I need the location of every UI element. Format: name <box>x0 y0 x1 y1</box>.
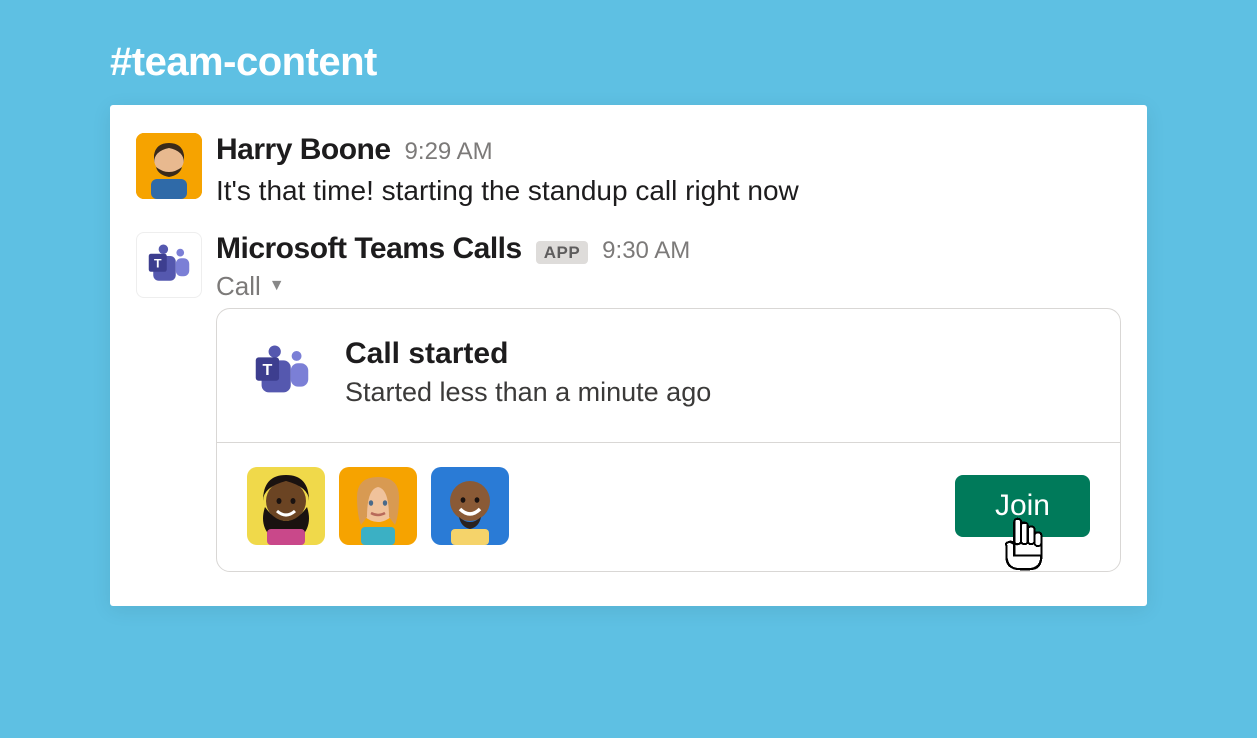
participant-list <box>247 467 509 545</box>
app-badge: APP <box>536 241 588 264</box>
message-row: Harry Boone 9:29 AM It's that time! star… <box>136 133 1121 210</box>
call-card-header: T Call started Started less than a minut… <box>217 309 1120 442</box>
call-card-footer: Join <box>217 442 1120 571</box>
message-text: It's that time! starting the standup cal… <box>216 172 1121 210</box>
message-row: T Microsoft Teams Calls APP 9:30 AM Call… <box>136 232 1121 302</box>
user-avatar-icon <box>136 133 202 199</box>
teams-app-avatar[interactable]: T <box>136 232 202 298</box>
call-dropdown[interactable]: Call ▼ <box>216 271 1121 302</box>
channel-name: #team-content <box>110 40 1147 85</box>
message-card: Harry Boone 9:29 AM It's that time! star… <box>110 105 1147 606</box>
chevron-down-icon: ▼ <box>269 277 285 295</box>
message-timestamp: 9:29 AM <box>405 139 493 165</box>
ms-teams-icon: T <box>247 337 317 407</box>
call-card-icon: T <box>247 337 317 407</box>
participant-avatar[interactable] <box>247 467 325 545</box>
call-dropdown-label: Call <box>216 271 261 302</box>
message-sender[interactable]: Harry Boone <box>216 133 391 166</box>
svg-text:T: T <box>154 256 162 270</box>
participant-avatar[interactable] <box>339 467 417 545</box>
participant-avatar[interactable] <box>431 467 509 545</box>
svg-text:T: T <box>263 361 273 379</box>
message-sender[interactable]: Microsoft Teams Calls <box>216 232 522 265</box>
avatar[interactable] <box>136 133 202 199</box>
ms-teams-icon: T <box>142 238 196 292</box>
join-button[interactable]: Join <box>955 475 1090 537</box>
call-title: Call started <box>345 337 711 371</box>
join-button-label: Join <box>995 489 1050 522</box>
call-attachment: T Call started Started less than a minut… <box>216 308 1121 572</box>
message-timestamp: 9:30 AM <box>602 238 690 264</box>
call-subtitle: Started less than a minute ago <box>345 377 711 408</box>
